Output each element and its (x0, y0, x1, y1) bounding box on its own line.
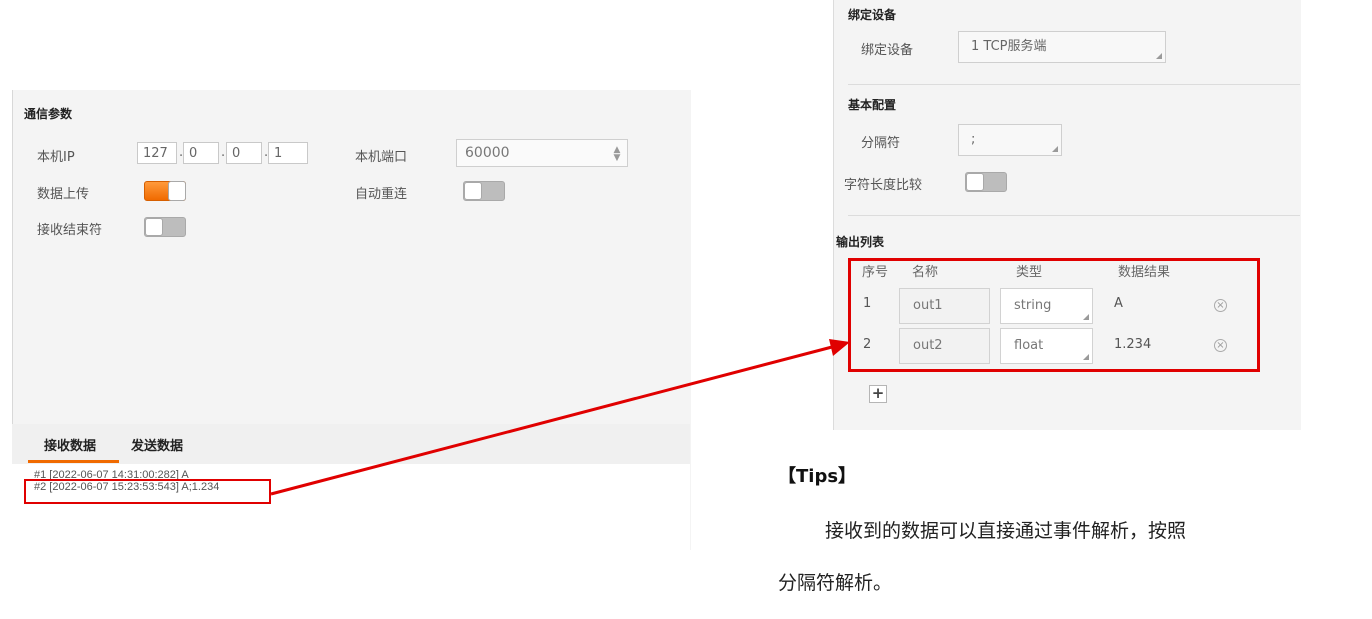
tips-title: 【Tips】 (778, 466, 857, 487)
tips-line-2: 分隔符解析。 (778, 572, 893, 594)
tips-line-1: 接收到的数据可以直接通过事件解析，按照 (825, 520, 1187, 542)
